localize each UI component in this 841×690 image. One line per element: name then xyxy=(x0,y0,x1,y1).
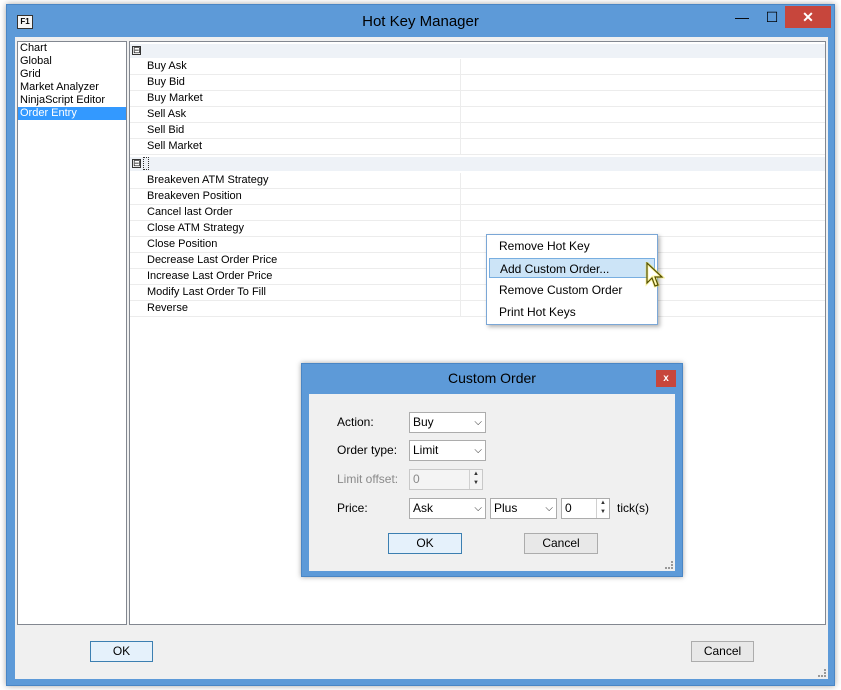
group-header-orders[interactable]: ⊟ xyxy=(130,44,825,58)
hotkey-row[interactable]: Breakeven ATM Strategy xyxy=(130,173,825,189)
hotkey-row[interactable]: Close ATM Strategy xyxy=(130,221,825,237)
menu-item-add-custom-order[interactable]: Add Custom Order... xyxy=(489,258,655,278)
hotkey-name: Breakeven ATM Strategy xyxy=(147,174,269,186)
hotkey-row[interactable]: Sell Ask xyxy=(130,107,825,123)
hotkey-row[interactable]: Increase Last Order Price xyxy=(130,269,825,285)
hotkey-row[interactable]: Modify Last Order To Fill xyxy=(130,285,825,301)
hotkey-value-cell[interactable] xyxy=(461,75,825,90)
limit-offset-value: 0 xyxy=(413,472,420,486)
dialog-ok-button[interactable]: OK xyxy=(388,533,462,554)
action-label: Action: xyxy=(337,415,374,429)
dialog-resize-grip[interactable] xyxy=(665,561,673,569)
ok-button[interactable]: OK xyxy=(90,641,153,662)
category-item-chart[interactable]: Chart xyxy=(18,42,126,55)
price-select[interactable]: Ask ⌵ xyxy=(409,498,486,519)
hotkey-name: Close ATM Strategy xyxy=(147,222,244,234)
focus-indicator xyxy=(143,157,149,170)
spinner-arrows-icon: ▲ ▼ xyxy=(469,470,482,489)
hotkey-name: Increase Last Order Price xyxy=(147,270,273,282)
price-mode-select[interactable]: Plus ⌵ xyxy=(490,498,557,519)
category-item-global[interactable]: Global xyxy=(18,55,126,68)
ticks-value: 0 xyxy=(565,501,572,515)
hotkey-row[interactable]: Reverse xyxy=(130,301,825,317)
category-item-order-entry[interactable]: Order Entry xyxy=(18,107,126,120)
ticks-stepper[interactable]: 0 ▲ ▼ xyxy=(561,498,610,519)
menu-item-print-hot-keys[interactable]: Print Hot Keys xyxy=(489,302,655,322)
hotkey-name: Close Position xyxy=(147,238,218,250)
order-type-select[interactable]: Limit ⌵ xyxy=(409,440,486,461)
hotkey-value-cell[interactable] xyxy=(461,173,825,188)
price-label: Price: xyxy=(337,501,368,515)
menu-item-remove-custom-order[interactable]: Remove Custom Order xyxy=(489,280,655,300)
hotkey-value-cell[interactable] xyxy=(461,205,825,220)
dialog-close-button[interactable]: x xyxy=(656,370,676,387)
order-type-value: Limit xyxy=(413,443,439,457)
price-value: Ask xyxy=(413,501,434,515)
category-list[interactable]: Chart Global Grid Market Analyzer NinjaS… xyxy=(17,41,127,625)
group-header-actions[interactable]: ⊟ xyxy=(130,157,825,171)
chevron-down-icon: ⌵ xyxy=(474,417,482,428)
menu-item-remove-hot-key[interactable]: Remove Hot Key xyxy=(489,236,655,256)
hotkey-name: Buy Market xyxy=(147,92,203,104)
hotkey-name: Sell Ask xyxy=(147,108,187,120)
ticks-label: tick(s) xyxy=(617,501,649,515)
hotkey-name: Buy Ask xyxy=(147,60,187,72)
hotkey-row[interactable]: Breakeven Position xyxy=(130,189,825,205)
hotkey-row[interactable]: Buy Market xyxy=(130,91,825,107)
hotkey-name: Sell Market xyxy=(147,140,203,152)
hotkey-row[interactable]: Decrease Last Order Price xyxy=(130,253,825,269)
hotkey-value-cell[interactable] xyxy=(461,59,825,74)
resize-grip[interactable] xyxy=(818,669,826,677)
collapse-icon[interactable]: ⊟ xyxy=(132,159,141,168)
category-item-ninjascript-editor[interactable]: NinjaScript Editor xyxy=(18,94,126,107)
hotkey-name: Cancel last Order xyxy=(147,206,233,218)
chevron-down-icon: ⌵ xyxy=(545,503,553,514)
collapse-icon[interactable]: ⊟ xyxy=(132,46,141,55)
limit-offset-label: Limit offset: xyxy=(337,472,399,486)
close-button[interactable]: ✕ xyxy=(785,6,831,28)
custom-order-dialog: Custom Order x Action: Buy ⌵ Order type:… xyxy=(301,363,683,577)
maximize-button[interactable]: ☐ xyxy=(759,6,785,28)
dialog-body: Action: Buy ⌵ Order type: Limit ⌵ Limit … xyxy=(309,394,675,571)
hotkey-name: Decrease Last Order Price xyxy=(147,254,278,266)
hotkey-name: Modify Last Order To Fill xyxy=(147,286,267,298)
hotkey-value-cell[interactable] xyxy=(461,139,825,154)
limit-offset-stepper: 0 ▲ ▼ xyxy=(409,469,483,490)
chevron-down-icon: ⌵ xyxy=(474,445,482,456)
title-bar[interactable]: F1 Hot Key Manager — ☐ ✕ xyxy=(7,5,834,37)
context-menu: Remove Hot Key Add Custom Order... Remov… xyxy=(486,234,658,325)
minimize-button[interactable]: — xyxy=(729,6,755,28)
dialog-title: Custom Order xyxy=(448,370,536,386)
order-type-label: Order type: xyxy=(337,443,398,457)
hotkey-row[interactable]: Sell Market xyxy=(130,139,825,155)
action-value: Buy xyxy=(413,415,434,429)
hotkey-value-cell[interactable] xyxy=(461,189,825,204)
dialog-cancel-button[interactable]: Cancel xyxy=(524,533,598,554)
hotkey-row[interactable]: Close Position xyxy=(130,237,825,253)
spinner-arrows-icon[interactable]: ▲ ▼ xyxy=(596,499,609,518)
hotkey-name: Sell Bid xyxy=(147,124,185,136)
hot-key-manager-window: F1 Hot Key Manager — ☐ ✕ Chart Global Gr… xyxy=(6,4,835,686)
hotkey-row[interactable]: Cancel last Order xyxy=(130,205,825,221)
hotkey-row[interactable]: Sell Bid xyxy=(130,123,825,139)
window-title: Hot Key Manager xyxy=(362,13,479,30)
action-select[interactable]: Buy ⌵ xyxy=(409,412,486,433)
category-item-grid[interactable]: Grid xyxy=(18,68,126,81)
hotkey-row[interactable]: Buy Bid xyxy=(130,75,825,91)
hotkey-name: Buy Bid xyxy=(147,76,185,88)
hotkey-value-cell[interactable] xyxy=(461,91,825,106)
hotkey-name: Breakeven Position xyxy=(147,190,242,202)
category-item-market-analyzer[interactable]: Market Analyzer xyxy=(18,81,126,94)
hotkey-row[interactable]: Buy Ask xyxy=(130,59,825,75)
cancel-button[interactable]: Cancel xyxy=(691,641,754,662)
hotkey-value-cell[interactable] xyxy=(461,123,825,138)
price-mode-value: Plus xyxy=(494,501,518,515)
hotkey-value-cell[interactable] xyxy=(461,107,825,122)
mouse-pointer-icon xyxy=(645,262,665,288)
hotkey-name: Reverse xyxy=(147,302,188,314)
window-client-area: Chart Global Grid Market Analyzer NinjaS… xyxy=(15,37,828,679)
chevron-down-icon: ⌵ xyxy=(474,503,482,514)
